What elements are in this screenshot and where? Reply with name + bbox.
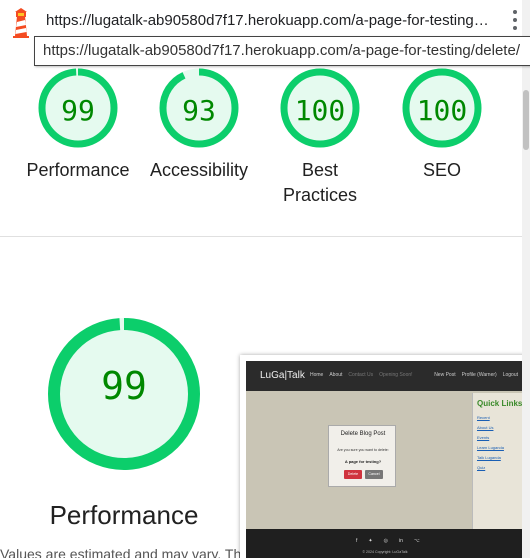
cancel-button: Cancel — [365, 470, 383, 479]
gauge-score: 99 — [61, 94, 95, 127]
url-tooltip: https://lugatalk-ab90580d7f17.herokuapp.… — [34, 36, 530, 66]
shot-nav-right: New Post Profile (Warner) Logout — [428, 372, 518, 378]
shot-nav-link: Home — [310, 372, 324, 378]
modal-text: Are you sure you want to delete: — [337, 448, 389, 452]
gauge-label: Accessibility — [149, 160, 249, 180]
scrollbar[interactable] — [522, 0, 530, 558]
gauge-label: Best — [301, 160, 339, 180]
shot-nav-right-link: Profile (Warner) — [461, 372, 497, 378]
quick-link: Learn Luganda — [477, 445, 504, 450]
main-gauge-label: Performance — [49, 500, 199, 530]
gauge-label: SEO — [422, 160, 461, 180]
gauge-seo[interactable]: 100 SEO — [382, 68, 502, 183]
social-icon: f — [356, 538, 358, 544]
quick-link: Recent — [477, 415, 490, 420]
main-gauge-score: 99 — [101, 364, 147, 408]
url-text[interactable]: https://lugatalk-ab90580d7f17.herokuapp.… — [46, 12, 489, 29]
modal-title: Delete Blog Post — [340, 431, 386, 437]
shot-copyright: © 2024 Copyright: LuGaTalk — [362, 550, 408, 554]
shot-nav-link: Opening Soon! — [379, 372, 413, 378]
shot-footer: f ✦ ◎ in ⌥ © 2024 Copyright: LuGaTalk — [246, 529, 524, 558]
gauge-score: 100 — [416, 94, 468, 127]
delete-button: Delete — [344, 470, 362, 479]
delete-modal: Delete Blog Post Are you sure you want t… — [328, 425, 396, 487]
gauge-performance[interactable]: 99 Performance — [18, 68, 138, 183]
gauge-best[interactable]: 100 Best Practices — [260, 68, 380, 208]
social-icons: f ✦ ◎ in ⌥ — [356, 538, 431, 544]
gauge-label: Performance — [26, 160, 130, 180]
final-screenshot[interactable]: LuGa|Talk Home About Contact Us Opening Soo… — [240, 355, 530, 558]
shot-nav-right-link: Logout — [502, 372, 518, 378]
social-icon: in — [398, 538, 403, 544]
more-menu-icon[interactable] — [510, 10, 520, 34]
scrollbar-thumb[interactable] — [523, 90, 529, 150]
social-icon: ✦ — [368, 538, 373, 544]
quick-link: Events — [477, 435, 490, 440]
shot-navbar: LuGa|Talk Home About Contact Us Opening Soo… — [246, 361, 524, 391]
gauge-label-line2: Practices — [282, 185, 358, 205]
gauge-score: 100 — [294, 94, 346, 127]
shot-nav-links: Home About Contact Us Opening Soon! — [310, 372, 419, 378]
shot-nav-link: Contact Us — [348, 372, 374, 378]
social-icon: ◎ — [383, 538, 388, 544]
quick-links-title: Quick Links! — [477, 399, 524, 408]
shot-brand: LuGa|Talk — [260, 370, 305, 381]
section-divider — [0, 236, 530, 237]
gauge-score: 93 — [182, 94, 216, 127]
lighthouse-icon — [13, 8, 29, 38]
gauge-accessibility[interactable]: 93 Accessibility — [139, 68, 259, 183]
quick-link: About Us — [477, 425, 494, 430]
quick-link: Talk Luganda — [477, 455, 501, 460]
quick-links-panel: Quick Links! Recent About Us Events Learn L… — [472, 393, 524, 529]
shot-nav-link: About — [329, 372, 343, 378]
social-icon: ⌥ — [413, 538, 420, 544]
estimate-note: Values are estimated and may vary. The — [0, 546, 250, 558]
shot-nav-right-link: New Post — [434, 372, 456, 378]
quick-link: Quiz — [477, 465, 486, 470]
modal-post-title: A page for testing? — [344, 459, 382, 464]
